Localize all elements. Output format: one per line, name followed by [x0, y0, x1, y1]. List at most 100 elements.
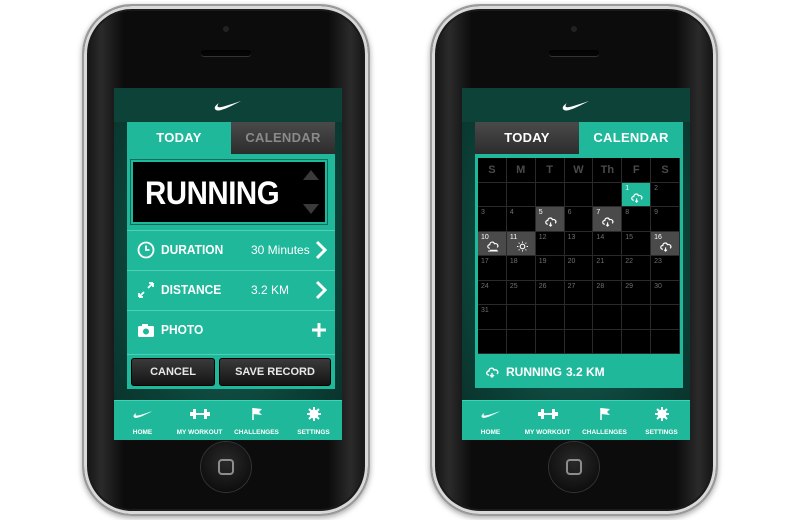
tabbar-my-workout[interactable]: MY WORKOUT — [171, 401, 228, 440]
calendar-day-empty — [506, 329, 536, 354]
calendar-day-15[interactable]: 15 — [622, 231, 652, 256]
calendar-summary: RUNNING 3.2 KM — [478, 358, 680, 386]
tabbar-settings[interactable]: SETTINGS — [633, 401, 690, 440]
arrow-up-icon[interactable] — [303, 170, 319, 180]
calendar-day-number: 15 — [625, 233, 634, 241]
chevron-right-icon[interactable] — [315, 280, 327, 300]
calendar-day-number: 22 — [625, 258, 634, 265]
calendar-day-26[interactable]: 26 — [535, 280, 565, 305]
top-bar — [462, 88, 690, 122]
calendar-day-31[interactable]: 31 — [478, 305, 507, 330]
chevron-right-icon[interactable] — [315, 240, 327, 260]
calendar-day-24[interactable]: 24 — [478, 280, 507, 305]
calendar-day-12[interactable]: 12 — [535, 231, 565, 256]
tabbar-challenges[interactable]: CHALLENGES — [576, 401, 633, 440]
calendar-day-number: 28 — [596, 282, 605, 290]
calendar-day-28[interactable]: 28 — [593, 280, 623, 305]
calendar-day-16[interactable]: 16 — [651, 231, 680, 256]
save-record-button[interactable]: SAVE RECORD — [219, 358, 331, 386]
tab-calendar[interactable]: CALENDAR — [231, 122, 335, 154]
tab-today[interactable]: TODAY — [127, 122, 231, 154]
calendar-day-number: 10 — [481, 233, 489, 241]
weekday-header: M — [506, 158, 536, 183]
tabbar-home[interactable]: HOME — [462, 401, 519, 440]
calendar-day-7[interactable]: 7 — [593, 207, 623, 232]
dumbbell-icon — [189, 409, 210, 419]
run-cloud-icon — [602, 217, 614, 227]
weekday-header: S — [651, 158, 680, 183]
calendar-day-number: 8 — [625, 209, 630, 216]
tab-calendar[interactable]: CALENDAR — [579, 122, 683, 154]
calendar-day-21[interactable]: 21 — [593, 256, 623, 281]
run-cloud-icon — [544, 217, 557, 227]
home-button[interactable] — [201, 442, 251, 492]
row-duration[interactable]: DURATION 30 Minutes — [127, 230, 335, 269]
calendar-day-11[interactable]: 11 — [506, 231, 536, 256]
calendar-day-empty — [506, 305, 536, 330]
calendar-day-14[interactable]: 14 — [593, 231, 623, 256]
run-cloud-icon — [631, 192, 643, 203]
calendar-day-empty — [535, 182, 565, 207]
duration-value: 30 Minutes — [251, 243, 310, 257]
calendar-day-2[interactable]: 2 — [651, 182, 680, 207]
tab-today[interactable]: TODAY — [475, 122, 579, 154]
calendar-day-18[interactable]: 18 — [506, 256, 536, 281]
calendar-day-4[interactable]: 4 — [506, 207, 536, 232]
tabbar-my-workout[interactable]: MY WORKOUT — [519, 401, 576, 440]
calendar-day-23[interactable]: 23 — [651, 256, 680, 281]
calendar-day-19[interactable]: 19 — [535, 256, 565, 281]
bottom-tabbar: HOME MY WORKOUT CHALLENGES SETTINGS — [462, 400, 690, 440]
calendar-day-25[interactable]: 25 — [506, 280, 536, 305]
row-photo[interactable]: PHOTO — [127, 310, 335, 349]
calendar-day-22[interactable]: 22 — [622, 256, 652, 281]
tabbar-settings[interactable]: SETTINGS — [285, 401, 342, 440]
screen-calendar: TODAY CALENDAR S M T W Th F S 1 2 3 4 5 6 7 8 9 10 11 12 13… — [462, 88, 690, 440]
calendar-day-8[interactable]: 8 — [622, 207, 652, 232]
calendar-day-number: 6 — [567, 209, 572, 216]
calendar-day-empty — [506, 182, 536, 207]
tabbar-challenges[interactable]: CHALLENGES — [228, 401, 285, 440]
row-distance[interactable]: DISTANCE 3.2 KM — [127, 270, 335, 309]
segment-tabs: TODAY CALENDAR — [127, 122, 335, 154]
calendar-day-30[interactable]: 30 — [651, 280, 680, 305]
nike-swoosh-icon — [133, 411, 152, 418]
calendar-day-13[interactable]: 13 — [564, 231, 594, 256]
calendar-day-number: 30 — [654, 282, 662, 290]
calendar-day-3[interactable]: 3 — [478, 207, 507, 232]
phone-right: TODAY CALENDAR S M T W Th F S 1 2 3 4 5 6 7 8 9 10 11 12 13… — [430, 4, 718, 516]
calendar-day-20[interactable]: 20 — [564, 256, 594, 281]
calendar-day-number: 25 — [509, 282, 518, 290]
bike-cloud-icon — [487, 241, 499, 252]
cancel-button[interactable]: CANCEL — [131, 358, 215, 386]
calendar-day-9[interactable]: 9 — [651, 207, 680, 232]
calendar-day-empty — [622, 305, 652, 330]
plus-icon[interactable] — [311, 322, 327, 338]
calendar-day-empty — [651, 305, 680, 330]
calendar-day-empty — [564, 182, 594, 207]
calendar-day-10[interactable]: 10 — [478, 231, 507, 256]
calendar-day-number: 18 — [509, 258, 518, 265]
calendar-day-number: 26 — [538, 282, 547, 290]
calendar-day-17[interactable]: 17 — [478, 256, 507, 281]
calendar-day-number: 12 — [538, 233, 547, 241]
calendar-day-5[interactable]: 5 — [535, 207, 565, 232]
calendar-day-number: 21 — [596, 258, 605, 265]
calendar-day-27[interactable]: 27 — [564, 280, 594, 305]
arrow-down-icon[interactable] — [303, 204, 319, 214]
activity-picker[interactable]: RUNNING — [131, 160, 327, 224]
distance-label: DISTANCE — [161, 282, 222, 297]
summary-activity: RUNNING — [506, 365, 562, 379]
calendar-day-1[interactable]: 1 — [622, 182, 652, 207]
tabbar-home[interactable]: HOME — [114, 401, 171, 440]
home-button[interactable] — [549, 442, 599, 492]
earpiece-speaker — [549, 50, 599, 56]
sun-icon — [516, 240, 528, 252]
calendar-day-number: 16 — [654, 233, 662, 241]
calendar-day-empty — [478, 329, 507, 354]
bottom-tabbar: HOME MY WORKOUT CHALLENGES SETTINGS — [114, 400, 342, 440]
calendar-day-29[interactable]: 29 — [622, 280, 652, 305]
workout-panel: RUNNING DURATION 30 Minutes DISTANCE 3.2… — [127, 154, 335, 389]
calendar-day-6[interactable]: 6 — [564, 207, 594, 232]
calendar-day-number: 14 — [596, 233, 605, 241]
duration-label: DURATION — [161, 242, 224, 257]
